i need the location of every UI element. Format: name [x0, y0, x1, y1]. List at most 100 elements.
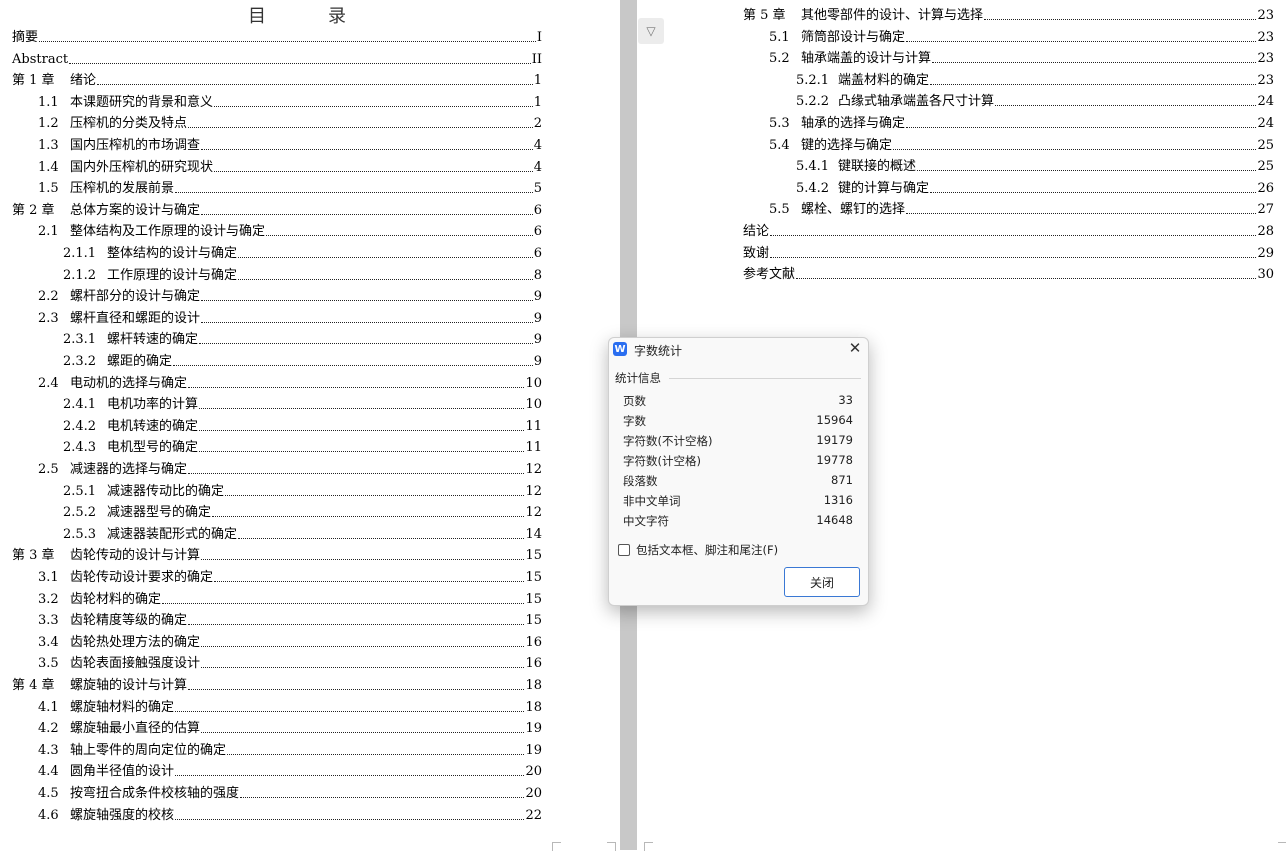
toc-entry-page: 19 — [525, 742, 542, 758]
toc-entry[interactable]: 2.4.2 电机转速的确定 11 — [63, 415, 542, 435]
toc-entry[interactable]: 2.5.1 减速器传动比的确定 12 — [63, 480, 542, 500]
toc-entry-page: II — [531, 51, 542, 67]
toc-entry[interactable]: 2.5 减速器的选择与确定 12 — [38, 458, 542, 478]
chevron-down-icon[interactable]: ▽ — [638, 18, 664, 44]
toc-entry[interactable]: 第 5 章其他零部件的设计、计算与选择 23 — [743, 4, 1274, 24]
toc-entry[interactable]: 4.1 螺旋轴材料的确定 18 — [38, 696, 542, 716]
toc-entry[interactable]: 2.4.1 电机功率的计算 10 — [63, 393, 542, 413]
toc-entry-page: 9 — [533, 332, 542, 348]
toc-entry[interactable]: 参考文献 30 — [743, 263, 1274, 283]
toc-entry-number: 3.5 — [38, 656, 59, 672]
toc-entry[interactable]: 4.4 圆角半径值的设计 20 — [38, 760, 542, 780]
toc-entry-title: Abstract — [12, 51, 69, 67]
toc-entry-title: 螺栓、螺钉的选择 — [801, 202, 906, 218]
toc-entry[interactable]: 2.1.2 工作原理的设计与确定 8 — [63, 264, 542, 284]
toc-leader — [97, 84, 533, 86]
toc-entry-page: 26 — [1257, 180, 1274, 196]
toc-entry[interactable]: 5.2 轴承端盖的设计与计算 23 — [769, 47, 1274, 67]
toc-entry-title: 螺距的确定 — [107, 354, 173, 369]
toc-entry-page: 19 — [525, 721, 542, 737]
toc-entry-page: 5 — [533, 181, 542, 197]
toc-entry-title: 轴上零件的周向定位的确定 — [70, 742, 227, 758]
toc-entry[interactable]: 致谢 29 — [743, 242, 1274, 262]
toc-entry-page: 30 — [1257, 267, 1274, 283]
toc-leader — [175, 192, 533, 194]
toc-entry[interactable]: 第 4 章螺旋轴的设计与计算 18 — [12, 674, 542, 694]
checkbox[interactable] — [618, 544, 630, 556]
toc-entry-page: 12 — [525, 462, 542, 477]
toc-entry-number: 第 3 章 — [12, 548, 55, 564]
toc-entry-title: 键的计算与确定 — [838, 180, 930, 196]
toc-entry[interactable]: 1.4 国内外压榨机的研究现状 4 — [38, 156, 542, 176]
toc-entry[interactable]: 2.4.3 电机型号的确定 11 — [63, 436, 542, 456]
toc-entry[interactable]: 4.2 螺旋轴最小直径的估算 19 — [38, 717, 542, 737]
toc-entry-number: 2.1.2 — [63, 267, 97, 283]
toc-entry-number: 1.4 — [38, 159, 59, 175]
toc-entry-number: 3.2 — [38, 591, 59, 607]
toc-entry-number: 2.1 — [38, 224, 59, 240]
toc-entry-page: 18 — [525, 678, 542, 693]
toc-entry[interactable]: 4.3 轴上零件的周向定位的确定 19 — [38, 739, 542, 759]
toc-entry-title: 致谢 — [743, 245, 770, 261]
word-count-dialog: W 字数统计 ✕ 统计信息 页数 33 字数 15964 字符数(不计空格) 19179 字… — [608, 337, 869, 606]
toc-entry-page: 18 — [525, 699, 542, 715]
toc-entry[interactable]: 5.4.2 键的计算与确定 26 — [796, 177, 1274, 197]
toc-entry-number: 2.3.1 — [63, 332, 97, 348]
toc-leader — [188, 473, 525, 474]
toc-entry-title: 电动机的选择与确定 — [70, 375, 188, 391]
toc-entry[interactable]: 5.4.1 键联接的概述 25 — [796, 155, 1274, 175]
toc-entry-page: 10 — [525, 375, 542, 391]
toc-entry[interactable]: 1.5 压榨机的发展前景 5 — [38, 177, 542, 197]
toc-entry-number: 1.2 — [38, 116, 59, 132]
toc-entry[interactable]: 摘要 I — [12, 26, 542, 46]
toc-entry[interactable]: 1.3 国内压榨机的市场调查 4 — [38, 134, 542, 154]
toc-entry[interactable]: 3.5 齿轮表面接触强度设计 16 — [38, 652, 542, 672]
toc-entry[interactable]: 第 3 章齿轮传动的设计与计算 15 — [12, 544, 542, 564]
toc-entry-title: 结论 — [743, 224, 770, 239]
toc-entry-title: 绪论 — [70, 73, 97, 89]
toc-entry[interactable]: 1.1 本课题研究的背景和意义 1 — [38, 91, 542, 111]
toc-entry[interactable]: 2.3.2 螺距的确定 9 — [63, 350, 542, 370]
toc-entry[interactable]: 2.2 螺杆部分的设计与确定 9 — [38, 285, 542, 305]
toc-leader — [214, 170, 533, 172]
toc-entry-page: 15 — [525, 613, 542, 629]
toc-entry[interactable]: 2.1.1 整体结构的设计与确定 6 — [63, 242, 542, 262]
toc-entry[interactable]: 5.4 键的选择与确定 25 — [769, 134, 1274, 154]
toc-entry-number: 5.4.1 — [796, 159, 830, 175]
toc-entry[interactable]: 2.5.3 减速器装配形式的确定 14 — [63, 523, 542, 543]
toc-entry[interactable]: 3.4 齿轮热处理方法的确定 16 — [38, 631, 542, 651]
toc-entry-number: 5.2 — [769, 51, 790, 67]
toc-leader — [175, 775, 525, 777]
toc-entry[interactable]: 5.1 筛筒部设计与确定 23 — [769, 26, 1274, 46]
toc-entry-number: 4.3 — [38, 742, 59, 758]
toc-entry[interactable]: 5.5 螺栓、螺钉的选择 27 — [769, 198, 1274, 218]
toc-entry[interactable]: 1.2 压榨机的分类及特点 2 — [38, 112, 542, 132]
stat-row: 页数 33 — [623, 393, 853, 409]
toc-leader — [917, 170, 1257, 172]
toc-entry[interactable]: 2.4 电动机的选择与确定 10 — [38, 372, 542, 392]
toc-entry[interactable]: 5.2.1 端盖材料的确定 23 — [796, 69, 1274, 89]
toc-entry[interactable]: 2.3.1 螺杆转速的确定 9 — [63, 328, 542, 348]
toc-entry[interactable]: 5.2.2 凸缘式轴承端盖各尺寸计算 24 — [796, 90, 1274, 110]
toc-entry[interactable]: 第 1 章绪论 1 — [12, 69, 542, 89]
toc-entry[interactable]: 3.3 齿轮精度等级的确定 15 — [38, 609, 542, 629]
toc-entry[interactable]: 第 2 章总体方案的设计与确定 6 — [12, 199, 542, 219]
toc-entry[interactable]: 5.3 轴承的选择与确定 24 — [769, 112, 1274, 132]
close-button[interactable]: 关闭 — [784, 567, 860, 597]
toc-entry-title: 键的选择与确定 — [801, 137, 893, 153]
toc-entry[interactable]: 2.5.2 减速器型号的确定 12 — [63, 501, 542, 521]
toc-entry[interactable]: 4.5 按弯扭合成条件校核轴的强度 20 — [38, 782, 542, 802]
checkbox-label[interactable]: 包括文本框、脚注和尾注(F) — [636, 542, 778, 558]
toc-leader — [893, 148, 1257, 150]
toc-entry[interactable]: 2.1 整体结构及工作原理的设计与确定 6 — [38, 220, 542, 240]
toc-entry[interactable]: Abstract II — [12, 48, 542, 68]
toc-entry-number: 2.4.3 — [63, 440, 97, 456]
close-icon[interactable]: ✕ — [846, 339, 864, 357]
toc-entry[interactable]: 3.1 齿轮传动设计要求的确定 15 — [38, 566, 542, 586]
toc-entry[interactable]: 2.3 螺杆直径和螺距的设计 9 — [38, 307, 542, 327]
toc-entry[interactable]: 3.2 齿轮材料的确定 15 — [38, 588, 542, 608]
include-textbox-footnote-option[interactable]: 包括文本框、脚注和尾注(F) — [618, 542, 778, 558]
stat-value: 1316 — [823, 493, 853, 507]
toc-entry[interactable]: 结论 28 — [743, 220, 1274, 240]
toc-entry[interactable]: 4.6 螺旋轴强度的校核 22 — [38, 804, 542, 824]
